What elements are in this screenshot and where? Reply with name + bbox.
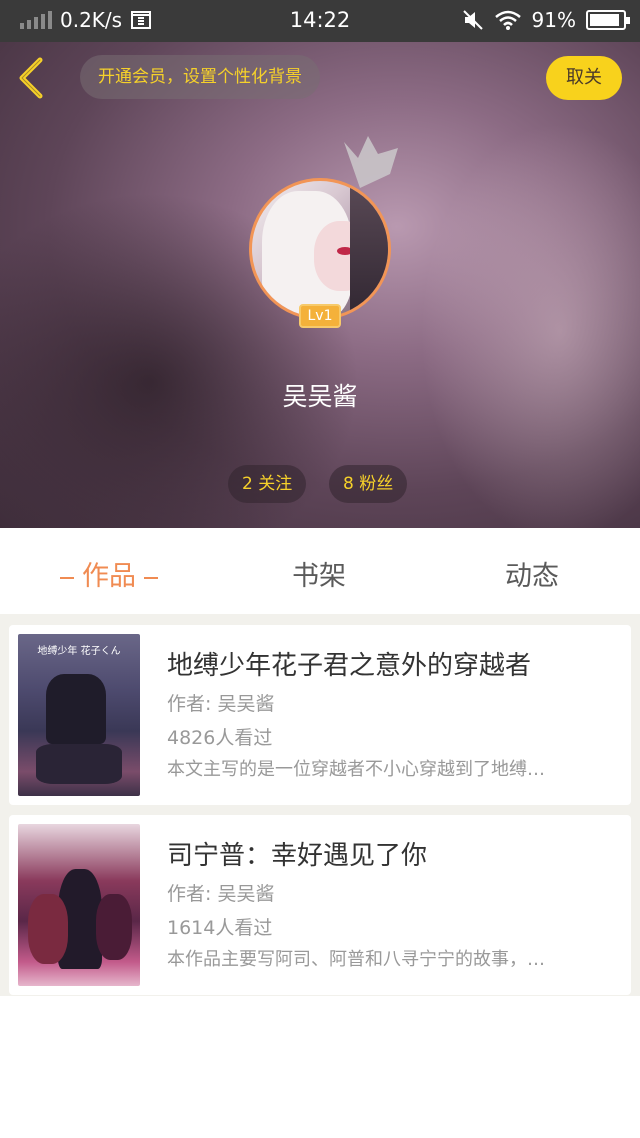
- tab-works-label: 作品: [82, 561, 136, 592]
- tab-works[interactable]: 作品: [52, 554, 166, 593]
- book-cover: 地缚少年 花子くん: [18, 634, 140, 796]
- unfollow-button[interactable]: 取关: [546, 56, 622, 100]
- book-card[interactable]: 司宁普：幸好遇见了你 作者: 吴吴酱 1614人看过 本作品主要写阿司、阿普和八…: [9, 815, 631, 995]
- battery-fill: [590, 14, 619, 26]
- cover-title: 地缚少年 花子くん: [37, 646, 121, 657]
- battery-icon: [586, 10, 630, 30]
- book-description: 本作品主要写阿司、阿普和八寻宁宁的故事，…: [167, 949, 545, 970]
- chevron-left-icon: [19, 57, 43, 99]
- level-badge: Lv1: [299, 304, 341, 328]
- status-bar: 0.2K/s 14:22 91%: [0, 0, 640, 42]
- book-cover: [18, 824, 140, 986]
- book-card[interactable]: 地缚少年 花子くん 地缚少年花子君之意外的穿越者 作者: 吴吴酱 4826人看过…: [9, 625, 631, 805]
- back-button[interactable]: [12, 54, 56, 102]
- tab-activity-label: 动态: [505, 561, 559, 592]
- avatar[interactable]: [249, 178, 391, 320]
- tab-activity[interactable]: 动态: [505, 554, 559, 593]
- username: 吴吴酱: [282, 382, 358, 411]
- book-description: 本文主写的是一位穿越者不小心穿越到了地缚…: [167, 759, 545, 780]
- book-title: 地缚少年花子君之意外的穿越者: [167, 651, 532, 681]
- followers-count[interactable]: 8 粉丝: [329, 465, 408, 503]
- tab-bookshelf-label: 书架: [292, 561, 346, 592]
- battery-percent: 91%: [531, 8, 576, 32]
- book-views: 1614人看过: [167, 917, 273, 939]
- profile-tabs: 作品 书架 动态: [0, 528, 640, 614]
- tab-bookshelf[interactable]: 书架: [292, 554, 346, 593]
- book-author: 作者: 吴吴酱: [167, 693, 275, 715]
- mute-icon: [462, 10, 483, 30]
- status-right: 91%: [462, 8, 630, 32]
- book-title: 司宁普：幸好遇见了你: [167, 841, 428, 871]
- works-list: 地缚少年 花子くん 地缚少年花子君之意外的穿越者 作者: 吴吴酱 4826人看过…: [0, 614, 640, 996]
- book-author: 作者: 吴吴酱: [167, 883, 275, 905]
- vip-background-prompt[interactable]: 开通会员，设置个性化背景: [80, 55, 320, 99]
- following-count[interactable]: 2 关注: [228, 465, 307, 503]
- book-views: 4826人看过: [167, 727, 273, 749]
- profile-header: 开通会员，设置个性化背景 取关 Lv1 吴吴酱 2 关注 8 粉丝: [0, 42, 640, 528]
- wifi-icon: [494, 10, 521, 30]
